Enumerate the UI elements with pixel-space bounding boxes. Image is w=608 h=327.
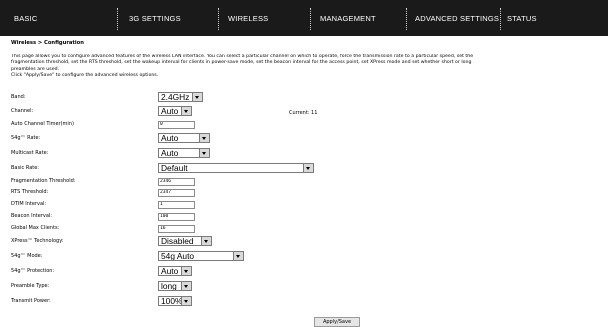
global-max-clients-label: Global Max Clients: — [11, 225, 60, 231]
protection-54g-value: Auto — [161, 266, 179, 276]
page-description: This page allows you to configure advanc… — [11, 54, 608, 80]
global-max-clients-input[interactable]: 16 — [158, 225, 195, 233]
chevron-down-icon — [181, 282, 191, 290]
nav-wireless[interactable]: WIRELESS — [228, 13, 268, 27]
rts-threshold-input[interactable]: 2347 — [158, 189, 195, 197]
preamble-type-select[interactable]: long — [158, 281, 192, 291]
xpress-technology-label: XPress™ Technology: — [11, 238, 64, 244]
nav-divider — [218, 8, 219, 30]
multicast-rate-value: Auto — [161, 148, 179, 158]
basic-rate-label: Basic Rate: — [11, 165, 39, 171]
nav-divider — [310, 8, 311, 30]
rate-54g-label: 54g™ Rate: — [11, 135, 41, 141]
dtim-interval-label: DTIM Interval: — [11, 201, 47, 207]
chevron-down-icon — [181, 107, 191, 115]
nav-management[interactable]: MANAGEMENT — [320, 13, 376, 27]
breadcrumb: Wireless > Configuration — [11, 40, 84, 46]
channel-value: Auto — [161, 106, 179, 116]
chevron-down-icon — [303, 164, 313, 172]
band-label: Band: — [11, 94, 26, 100]
transmit-power-value: 100% — [161, 296, 183, 306]
transmit-power-label: Transmit Power: — [11, 298, 51, 304]
auto-channel-timer-input[interactable]: 0 — [158, 121, 195, 129]
rate-54g-select[interactable]: Auto — [158, 133, 210, 143]
protection-54g-label: 54g™ Protection: — [11, 268, 55, 274]
xpress-technology-select[interactable]: Disabled — [158, 236, 212, 246]
auto-channel-timer-label: Auto Channel Timer(min) — [11, 121, 74, 127]
nav-basic[interactable]: BASIC — [14, 13, 38, 27]
frag-threshold-input[interactable]: 2346 — [158, 178, 195, 186]
mode-54g-select[interactable]: 54g Auto — [158, 251, 244, 261]
channel-label: Channel: — [11, 108, 34, 114]
protection-54g-select[interactable]: Auto — [158, 266, 192, 276]
chevron-down-icon — [192, 93, 202, 101]
chevron-down-icon — [199, 134, 209, 142]
nav-advanced-settings[interactable]: ADVANCED SETTINGS — [415, 13, 499, 27]
beacon-interval-input[interactable]: 100 — [158, 213, 195, 221]
band-value: 2.4GHz — [161, 92, 190, 102]
band-select[interactable]: 2.4GHz — [158, 92, 203, 102]
nav-status[interactable]: STATUS — [507, 13, 537, 27]
description-line: Click "Apply/Save" to configure the adva… — [11, 73, 159, 79]
beacon-interval-label: Beacon Interval: — [11, 213, 52, 219]
frag-threshold-label: Fragmentation Threshold: — [11, 178, 76, 184]
chevron-down-icon — [181, 297, 191, 305]
basic-rate-select[interactable]: Default — [158, 163, 314, 173]
nav-3g-settings[interactable]: 3G SETTINGS — [129, 13, 181, 27]
apply-save-button[interactable]: Apply/Save — [314, 317, 360, 327]
chevron-down-icon — [181, 267, 191, 275]
transmit-power-select[interactable]: 100% — [158, 296, 192, 306]
multicast-rate-select[interactable]: Auto — [158, 148, 210, 158]
chevron-down-icon — [233, 252, 243, 260]
chevron-down-icon — [199, 149, 209, 157]
multicast-rate-label: Multicast Rate: — [11, 150, 49, 156]
rate-54g-value: Auto — [161, 133, 179, 143]
basic-rate-value: Default — [161, 163, 188, 173]
chevron-down-icon — [201, 237, 211, 245]
preamble-type-label: Preamble Type: — [11, 283, 50, 289]
nav-divider — [500, 8, 501, 30]
nav-divider — [117, 8, 118, 30]
xpress-technology-value: Disabled — [161, 236, 194, 246]
top-nav-bar: BASIC 3G SETTINGS WIRELESS MANAGEMENT AD… — [0, 0, 608, 36]
mode-54g-label: 54g™ Mode: — [11, 253, 43, 259]
dtim-interval-input[interactable]: 1 — [158, 201, 195, 209]
mode-54g-value: 54g Auto — [161, 251, 195, 261]
channel-select[interactable]: Auto — [158, 106, 192, 116]
nav-divider — [406, 8, 407, 30]
preamble-type-value: long — [161, 281, 177, 291]
current-channel-text: Current: 11 — [289, 110, 318, 116]
rts-threshold-label: RTS Threshold: — [11, 189, 49, 195]
